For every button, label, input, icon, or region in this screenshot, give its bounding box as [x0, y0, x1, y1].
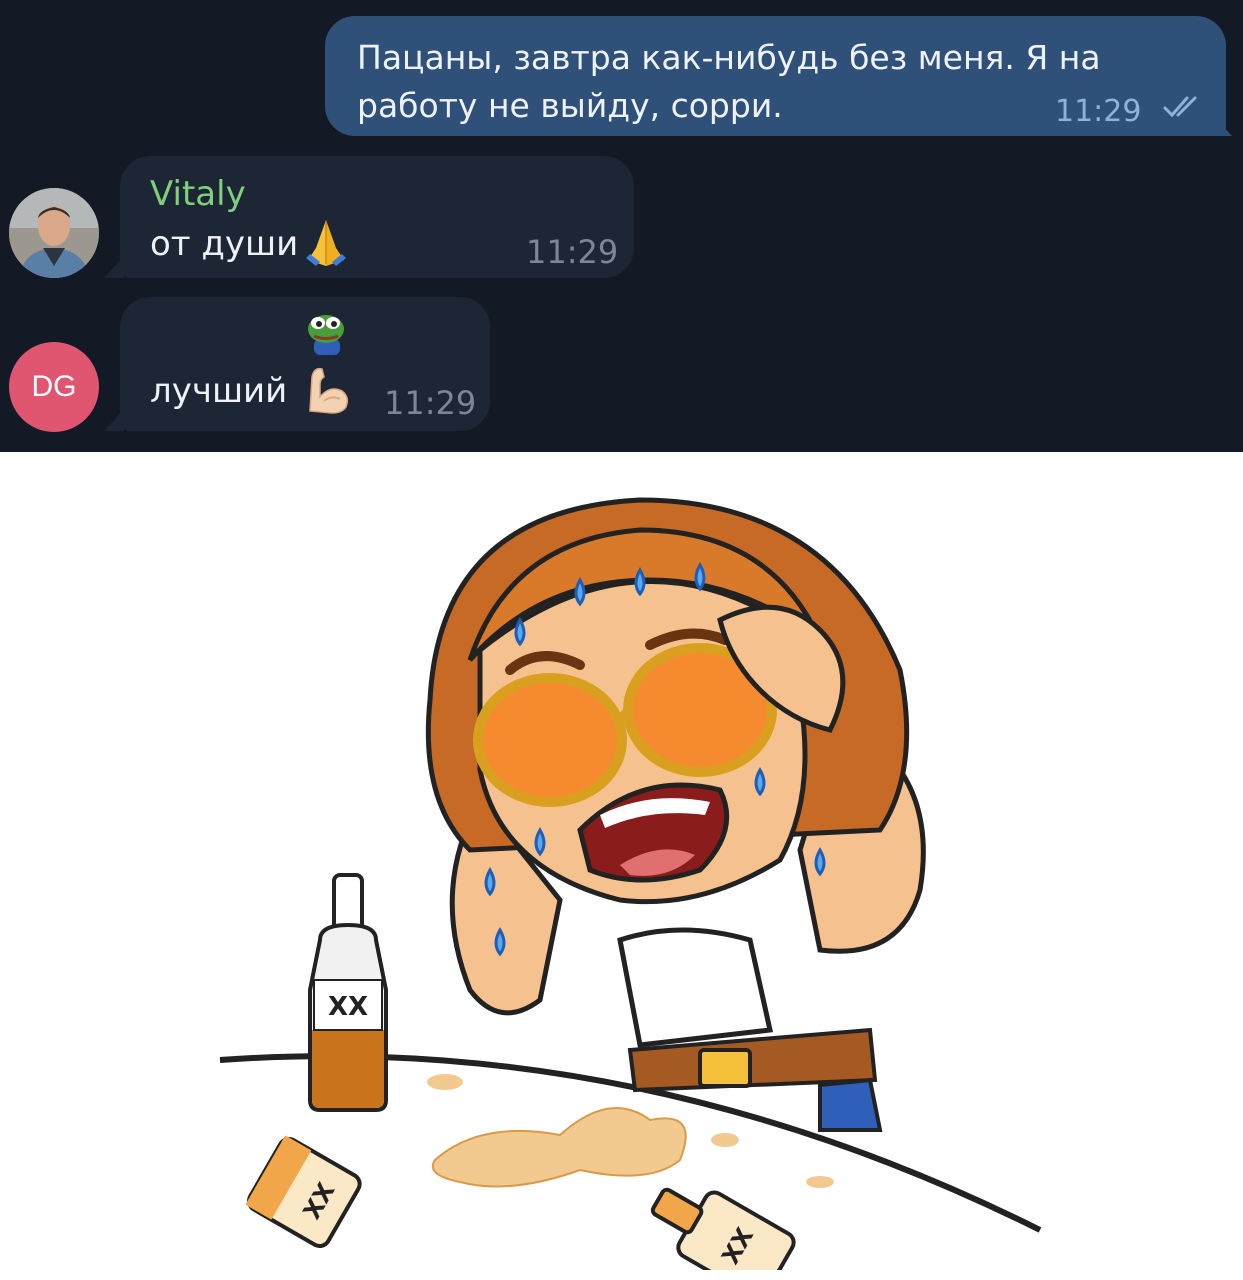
- dg-message-bubble[interactable]: лучший 11:29: [120, 297, 490, 431]
- chat-area: Пацаны, завтра как-нибудь без меня. Я на…: [0, 0, 1243, 452]
- message-text: от души: [150, 224, 299, 264]
- user-photo-icon: [9, 188, 99, 278]
- hungover-man-sticker-icon[interactable]: XX XX XX: [180, 470, 1060, 1270]
- bottle-label: XX: [328, 992, 368, 1022]
- message-time: 11:29: [526, 233, 619, 271]
- double-check-icon: [1163, 96, 1197, 118]
- avatar-dg[interactable]: DG: [9, 342, 99, 432]
- flexed-biceps-icon: [309, 367, 349, 414]
- avatar-vitaly[interactable]: [9, 188, 99, 278]
- vitaly-message-bubble[interactable]: Vitaly от души 11:29: [120, 156, 634, 278]
- bubble-tail: [1210, 112, 1232, 136]
- outgoing-message-bubble[interactable]: Пацаны, завтра как-нибудь без меня. Я на…: [325, 16, 1226, 136]
- message-time: 11:29: [384, 384, 477, 422]
- message-time: 11:29: [1055, 94, 1142, 129]
- folded-hands-icon: [306, 220, 346, 266]
- sender-name[interactable]: Vitaly: [150, 170, 246, 218]
- pepe-frog-icon: [308, 315, 344, 355]
- message-text: лучший: [150, 371, 288, 411]
- message-text: Пацаны, завтра как-нибудь без меня. Я на…: [357, 38, 1101, 125]
